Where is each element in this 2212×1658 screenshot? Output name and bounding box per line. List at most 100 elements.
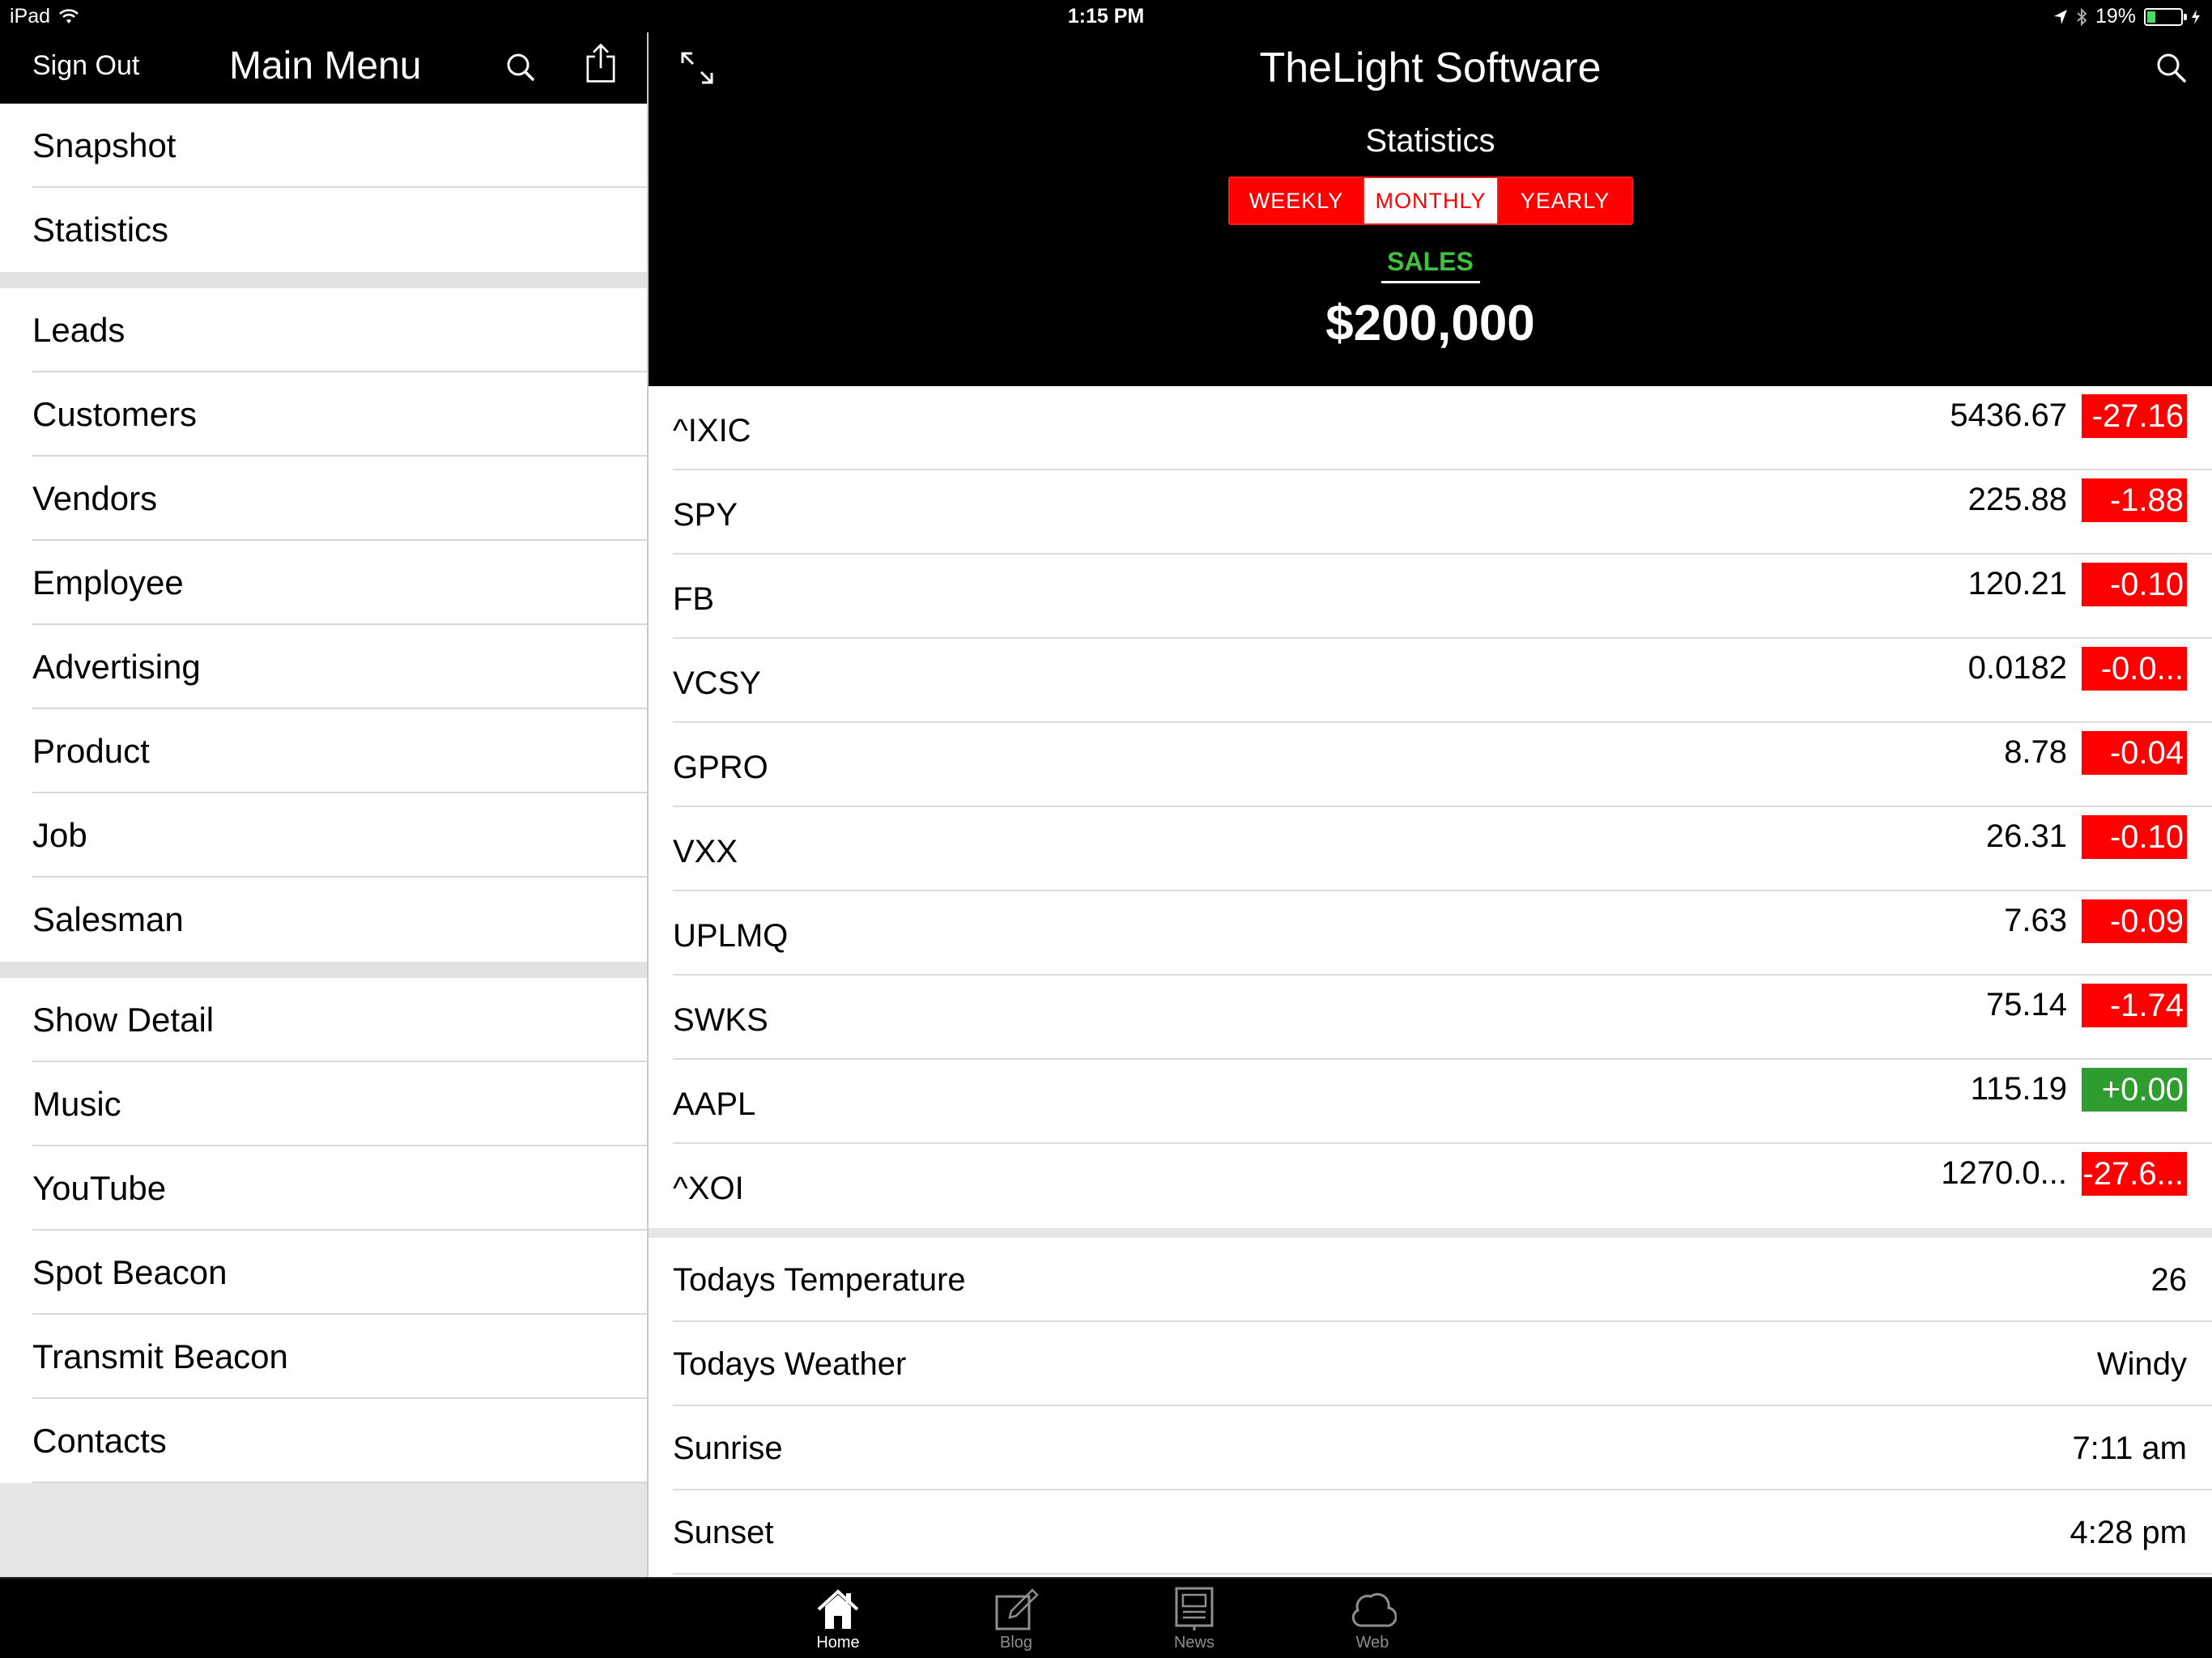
quote-change: -1.74 — [2082, 984, 2187, 1027]
menu-item-product[interactable]: Product — [0, 709, 647, 793]
menu-item-advertising[interactable]: Advertising — [0, 625, 647, 709]
menu-group-business: Leads Customers Vendors Employee Adverti… — [0, 288, 647, 962]
info-value: 4:28 pm — [2069, 1515, 2187, 1550]
quote-row[interactable]: SPY 225.88 -1.88 — [649, 470, 2212, 555]
quote-symbol: UPLMQ — [673, 918, 789, 954]
tab-web[interactable]: Web — [1328, 1582, 1417, 1656]
quote-row[interactable]: AAPL 115.19 +0.00 — [649, 1060, 2212, 1144]
quote-row[interactable]: ^XOI 1270.0... -27.6... — [649, 1144, 2212, 1228]
quote-row[interactable]: VXX 26.31 -0.10 — [649, 807, 2212, 891]
info-label: Todays Temperature — [673, 1262, 966, 1298]
search-icon[interactable] — [502, 47, 541, 89]
menu-item-statistics[interactable]: Statistics — [0, 188, 647, 272]
info-row-sunset: Sunset 4:28 pm — [649, 1490, 2212, 1575]
menu-group-extras: Show Detail Music YouTube Spot Beacon Tr… — [0, 978, 647, 1483]
quote-price: 225.88 — [1967, 482, 2067, 517]
quote-price: 8.78 — [2004, 734, 2067, 770]
battery-percent: 19% — [2095, 5, 2136, 28]
status-bar: iPad 1:15 PM 19% — [0, 0, 2212, 32]
menu-item-customers[interactable]: Customers — [0, 372, 647, 457]
segment-weekly[interactable]: WEEKLY — [1230, 178, 1364, 223]
quote-symbol: ^XOI — [673, 1171, 744, 1206]
battery-icon — [2144, 7, 2187, 26]
menu-item-show-detail[interactable]: Show Detail — [0, 978, 647, 1062]
quote-price: 120.21 — [1967, 566, 2067, 602]
quote-change: -0.0... — [2082, 647, 2187, 691]
quote-row[interactable]: ^IXIC 5436.67 -27.16 — [649, 386, 2212, 470]
tab-label: News — [1173, 1634, 1214, 1652]
quote-symbol: SPY — [673, 497, 738, 533]
tab-news[interactable]: News — [1150, 1582, 1239, 1656]
segment-yearly[interactable]: YEARLY — [1499, 178, 1631, 223]
tab-home[interactable]: Home — [793, 1582, 883, 1656]
quote-change: -0.10 — [2082, 563, 2187, 606]
group-separator — [0, 962, 647, 978]
info-label: Sunset — [673, 1515, 774, 1550]
menu-item-snapshot[interactable]: Snapshot — [0, 104, 647, 188]
menu-group-primary: Snapshot Statistics — [0, 104, 647, 272]
share-icon[interactable] — [581, 42, 620, 84]
quote-price: 26.31 — [1985, 818, 2067, 854]
tab-label: Blog — [999, 1634, 1033, 1652]
search-icon[interactable] — [2154, 50, 2189, 86]
quote-change: -0.04 — [2082, 731, 2187, 775]
newspaper-icon — [1175, 1587, 1214, 1630]
quote-symbol: VCSY — [673, 665, 761, 701]
quote-price: 5436.67 — [1950, 397, 2067, 433]
quote-row[interactable]: GPRO 8.78 -0.04 — [649, 723, 2212, 807]
sidebar-title: Main Menu — [229, 45, 422, 87]
menu-item-employee[interactable]: Employee — [0, 541, 647, 625]
info-label: Sunrise — [673, 1431, 783, 1466]
menu-item-youtube[interactable]: YouTube — [0, 1146, 647, 1231]
quote-symbol: ^IXIC — [673, 413, 751, 449]
quote-row[interactable]: UPLMQ 7.63 -0.09 — [649, 891, 2212, 976]
info-value: Windy — [2096, 1346, 2187, 1382]
quote-symbol: SWKS — [673, 1002, 768, 1038]
quote-price: 0.0182 — [1967, 650, 2067, 686]
main-header: TheLight Software Statistics WEEKLY MONT… — [649, 32, 2212, 386]
tab-bar: Home Blog News Web — [0, 1577, 2212, 1658]
info-row-temperature: Todays Temperature 26 — [649, 1238, 2212, 1322]
menu-item-job[interactable]: Job — [0, 793, 647, 878]
quote-symbol: AAPL — [673, 1086, 756, 1122]
info-value: 7:11 am — [2072, 1431, 2187, 1466]
menu-item-spot-beacon[interactable]: Spot Beacon — [0, 1231, 647, 1315]
section-separator — [649, 1228, 2212, 1238]
menu-item-contacts[interactable]: Contacts — [0, 1399, 647, 1483]
menu-item-transmit-beacon[interactable]: Transmit Beacon — [0, 1315, 647, 1399]
quote-change: -27.16 — [2082, 394, 2187, 438]
segment-monthly[interactable]: MONTHLY — [1364, 178, 1499, 223]
tab-label: Web — [1355, 1634, 1389, 1652]
sign-out-button[interactable]: Sign Out — [32, 50, 139, 82]
quote-price: 115.19 — [1970, 1071, 2067, 1107]
section-title: Statistics — [1365, 123, 1495, 159]
tab-blog[interactable]: Blog — [972, 1582, 1061, 1656]
quote-change: -0.10 — [2082, 815, 2187, 859]
quote-row[interactable]: SWKS 75.14 -1.74 — [649, 976, 2212, 1060]
quote-price: 1270.0... — [1941, 1155, 2067, 1191]
menu-item-leads[interactable]: Leads — [0, 288, 647, 372]
info-value: 26 — [2150, 1262, 2188, 1298]
quote-row[interactable]: VCSY 0.0182 -0.0... — [649, 639, 2212, 723]
quote-change: +0.00 — [2082, 1068, 2187, 1112]
app-title: TheLight Software — [1259, 45, 1602, 91]
bluetooth-icon — [2077, 7, 2087, 26]
info-list: Todays Temperature 26 Todays Weather Win… — [649, 1238, 2212, 1575]
home-icon — [817, 1589, 859, 1629]
menu-item-salesman[interactable]: Salesman — [0, 878, 647, 962]
menu-item-vendors[interactable]: Vendors — [0, 457, 647, 541]
quote-change: -27.6... — [2082, 1152, 2187, 1196]
menu-item-music[interactable]: Music — [0, 1062, 647, 1146]
sales-value: $200,000 — [1325, 295, 1535, 351]
quote-symbol: GPRO — [673, 750, 768, 785]
compose-icon — [995, 1588, 1039, 1630]
cloud-icon — [1351, 1592, 1397, 1627]
quote-symbol: VXX — [673, 834, 738, 869]
period-segmented-control: WEEKLY MONTHLY YEARLY — [1228, 176, 1633, 225]
quote-row[interactable]: FB 120.21 -0.10 — [649, 555, 2212, 639]
clock: 1:15 PM — [1067, 5, 1145, 28]
main-panel: TheLight Software Statistics WEEKLY MONT… — [649, 32, 2212, 1577]
charging-icon — [2192, 9, 2200, 24]
quote-change: -1.88 — [2082, 478, 2187, 522]
group-separator — [0, 272, 647, 288]
